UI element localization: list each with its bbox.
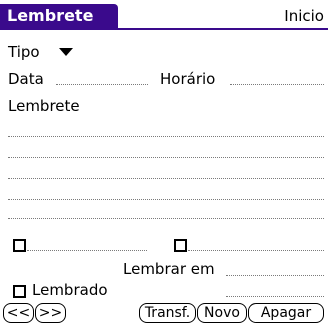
date-checkbox[interactable]	[13, 239, 26, 252]
horario-label: Horário	[160, 70, 216, 88]
lembrado-field[interactable]	[226, 296, 324, 297]
textarea-line	[8, 218, 324, 219]
data-label: Data	[8, 70, 44, 88]
transf-button[interactable]: Transf.	[139, 303, 196, 323]
apagar-button[interactable]: Apagar	[248, 303, 324, 323]
app-title-tab[interactable]: Lembrete	[0, 4, 118, 28]
time-checkbox-field[interactable]	[188, 250, 324, 251]
lembrar-em-field[interactable]	[226, 275, 324, 276]
novo-button[interactable]: Novo	[197, 303, 247, 323]
lembrado-label: Lembrado	[32, 281, 108, 299]
lembrete-label: Lembrete	[8, 97, 80, 115]
data-field[interactable]	[56, 84, 148, 85]
textarea-line	[8, 157, 324, 158]
textarea-line	[8, 178, 324, 179]
textarea-line	[8, 199, 324, 200]
time-checkbox[interactable]	[174, 239, 187, 252]
textarea-line	[8, 136, 324, 137]
tipo-dropdown-arrow-icon[interactable]	[59, 48, 73, 56]
lembrado-checkbox[interactable]	[13, 285, 26, 298]
app-title: Lembrete	[7, 6, 94, 25]
menu-inicio[interactable]: Inicio	[284, 6, 324, 26]
date-checkbox-field[interactable]	[27, 250, 147, 251]
lembrete-textarea[interactable]	[8, 116, 324, 219]
previous-button[interactable]: <<	[3, 303, 34, 323]
title-underline	[0, 28, 328, 30]
tipo-label: Tipo	[8, 43, 40, 61]
horario-field[interactable]	[230, 84, 324, 85]
next-button[interactable]: >>	[35, 303, 66, 323]
lembrar-em-label: Lembrar em	[123, 260, 215, 278]
